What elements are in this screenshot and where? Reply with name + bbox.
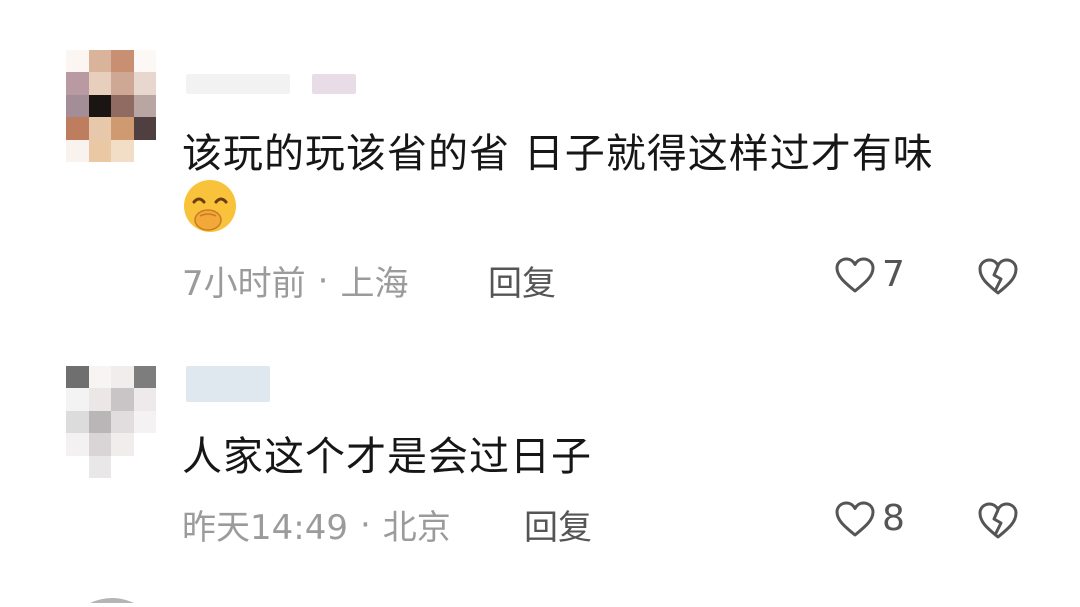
like-button[interactable]: 8	[834, 498, 905, 539]
face-with-hand-over-mouth-emoji	[184, 180, 236, 232]
comment-meta: 昨天14:49 · 北京	[182, 500, 451, 549]
like-count: 7	[882, 254, 905, 295]
meta-separator: ·	[359, 504, 371, 545]
broken-heart-icon[interactable]	[976, 255, 1020, 297]
like-count: 8	[882, 498, 905, 539]
comment-meta: 7小时前 · 上海	[182, 256, 408, 305]
comment-time: 昨天14:49	[182, 508, 348, 548]
comment-text: 该玩的玩该省的省 日子就得这样过才有味	[182, 131, 934, 177]
next-comment-avatar-edge	[0, 588, 1080, 603]
heart-outline-icon	[835, 257, 875, 292]
meta-separator: ·	[317, 260, 329, 301]
comment-location: 上海	[340, 264, 409, 304]
broken-heart-icon[interactable]	[976, 499, 1020, 541]
avatar[interactable]	[66, 366, 156, 478]
comment-text: 人家这个才是会过日子	[182, 434, 592, 480]
reply-button[interactable]: 回复	[488, 256, 556, 305]
username-blurred[interactable]	[186, 74, 356, 94]
username-blurred[interactable]	[186, 366, 270, 402]
like-button[interactable]: 7	[834, 254, 905, 295]
comment-time: 7小时前	[182, 264, 306, 304]
heart-outline-icon	[835, 501, 875, 536]
avatar[interactable]	[66, 50, 156, 162]
reply-button[interactable]: 回复	[524, 500, 592, 549]
comment-location: 北京	[382, 508, 451, 548]
